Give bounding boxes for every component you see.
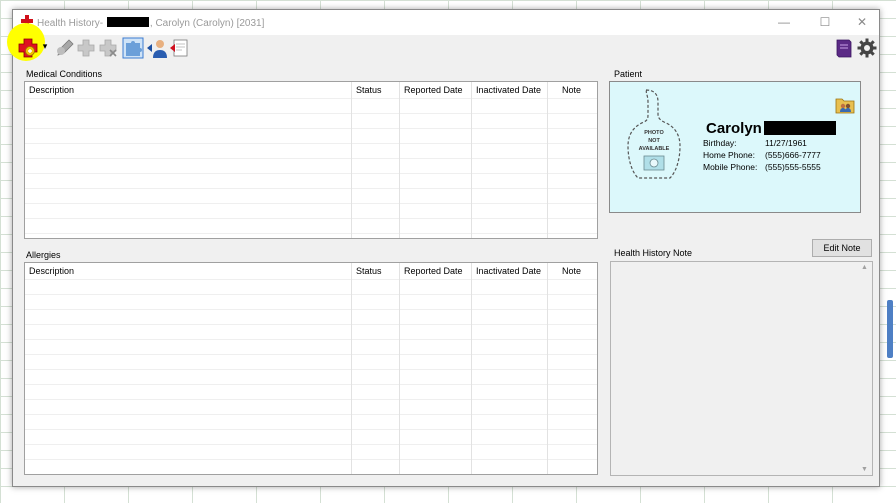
birthday-value: 11/27/1961	[765, 138, 807, 148]
folder-family-icon[interactable]	[835, 96, 855, 114]
medical-conditions-header: Description Status Reported Date Inactiv…	[25, 82, 597, 98]
health-history-window: Health History- , Carolyn (Carolyn) [203…	[7, 9, 880, 487]
add-condition-icon	[18, 38, 38, 58]
column-divider	[547, 263, 548, 474]
home-phone-label: Home Phone:	[703, 150, 755, 160]
background-scrollbar-thumb	[887, 300, 893, 358]
column-header-note[interactable]: Note	[558, 263, 581, 279]
redacted-lastname	[763, 121, 836, 135]
health-history-note-label: Health History Note	[614, 248, 693, 258]
allergies-grid[interactable]: Description Status Reported Date Inactiv…	[24, 262, 598, 475]
column-divider	[471, 263, 472, 474]
column-header-reported-date[interactable]: Reported Date	[400, 263, 463, 279]
scroll-down-icon[interactable]: ▼	[861, 466, 868, 473]
allergies-header: Description Status Reported Date Inactiv…	[25, 263, 597, 279]
home-phone-value: (555)666-7777	[765, 150, 821, 160]
column-header-description[interactable]: Description	[25, 263, 74, 279]
photo-text-line-2: NOT	[648, 138, 660, 144]
close-button[interactable]: ✕	[843, 10, 881, 35]
patient-card: PHOTO NOT AVAILABLE Carolyn Birthday: 11…	[609, 81, 861, 213]
medical-conditions-grid[interactable]: Description Status Reported Date Inactiv…	[24, 81, 598, 239]
column-divider	[399, 263, 400, 474]
photo-text-line-3: AVAILABLE	[639, 146, 670, 152]
redacted-lastname	[106, 17, 149, 27]
edit-icon[interactable]	[53, 37, 75, 59]
edit-note-button[interactable]: Edit Note	[812, 239, 872, 257]
allergies-rows	[25, 279, 597, 474]
patient-name: Carolyn	[706, 120, 836, 137]
column-header-note[interactable]: Note	[558, 82, 581, 98]
allergies-label: Allergies	[26, 250, 61, 260]
gear-icon[interactable]	[856, 37, 878, 59]
photo-placeholder: PHOTO NOT AVAILABLE	[627, 89, 681, 179]
medical-conditions-label: Medical Conditions	[26, 69, 103, 79]
photo-text-line-1: PHOTO	[644, 130, 664, 136]
add-condition-button[interactable]	[7, 23, 45, 61]
medical-conditions-rows	[25, 98, 597, 238]
health-history-note-textarea[interactable]: ▲ ▼	[610, 261, 873, 476]
dropdown-arrow-icon[interactable]: ▾	[40, 41, 50, 53]
column-divider	[351, 263, 352, 474]
column-divider	[547, 82, 548, 238]
patient-label: Patient	[614, 69, 643, 79]
mobile-phone-value: (555)555-5555	[765, 162, 821, 172]
mobile-phone-label: Mobile Phone:	[703, 162, 758, 172]
column-divider	[399, 82, 400, 238]
report-icon[interactable]	[168, 37, 190, 59]
column-divider	[471, 82, 472, 238]
minimize-button[interactable]: —	[765, 10, 803, 35]
title-bar: Health History- , Carolyn (Carolyn) [203…	[13, 10, 879, 35]
column-header-status[interactable]: Status	[352, 263, 382, 279]
remove-disabled-icon[interactable]	[97, 37, 119, 59]
scroll-up-icon[interactable]: ▲	[861, 264, 868, 271]
toolbar: ▾	[7, 23, 879, 63]
patient-icon[interactable]	[146, 37, 168, 59]
puzzle-icon[interactable]	[122, 37, 144, 59]
column-header-description[interactable]: Description	[25, 82, 74, 98]
note-scrollbar[interactable]: ▲ ▼	[858, 262, 872, 475]
column-header-reported-date[interactable]: Reported Date	[400, 82, 463, 98]
birthday-label: Birthday:	[703, 138, 737, 148]
column-header-inactivated-date[interactable]: Inactivated Date	[472, 82, 541, 98]
book-icon[interactable]	[833, 37, 855, 59]
column-divider	[351, 82, 352, 238]
window-title: Health History- , Carolyn (Carolyn) [203…	[37, 17, 265, 29]
add-disabled-icon[interactable]	[75, 37, 97, 59]
maximize-button[interactable]: ☐	[806, 10, 844, 35]
column-header-inactivated-date[interactable]: Inactivated Date	[472, 263, 541, 279]
column-header-status[interactable]: Status	[352, 82, 382, 98]
